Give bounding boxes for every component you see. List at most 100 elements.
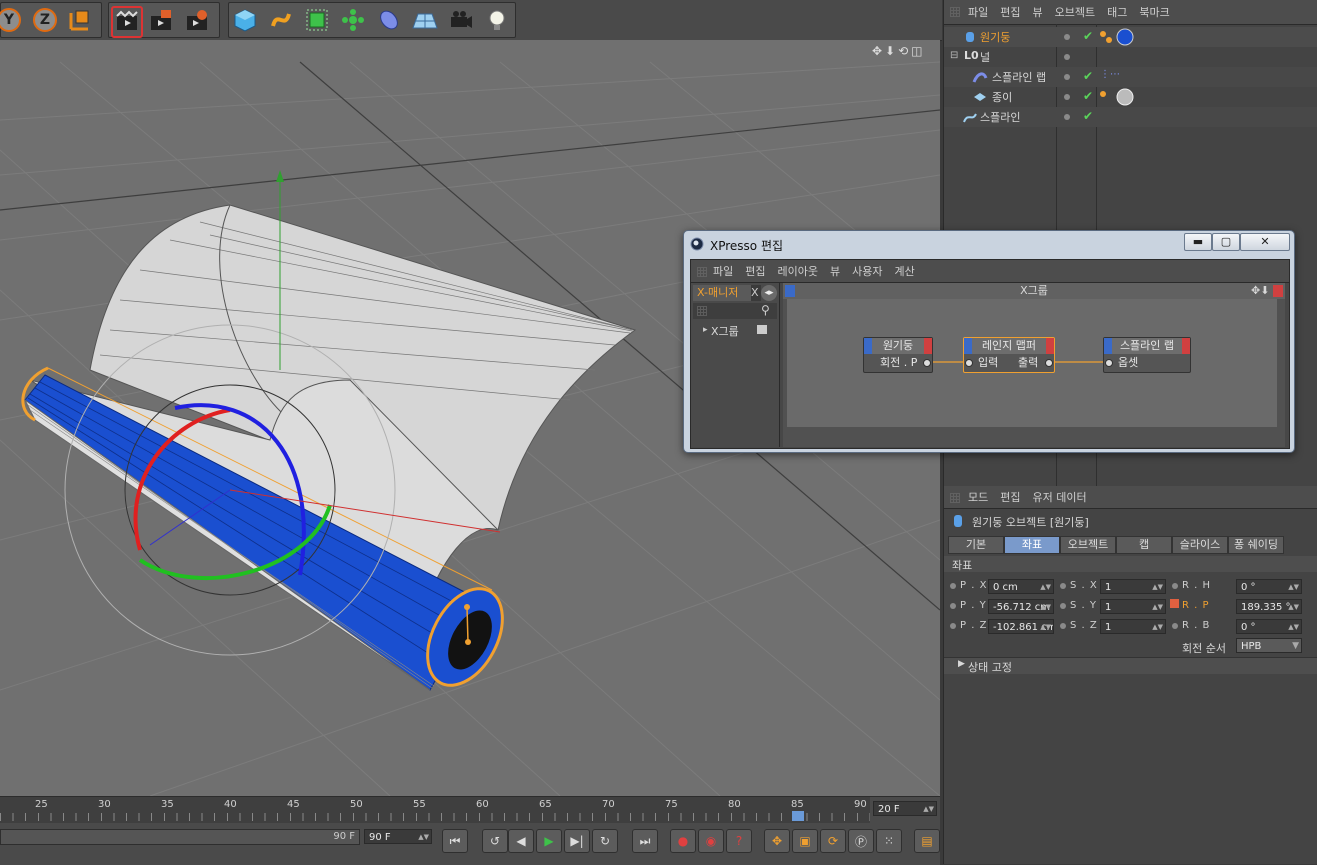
position-y-input[interactable]: -56.712 cm ▲▼	[988, 599, 1054, 614]
scale-x-input[interactable]: 1 ▲▼	[1100, 579, 1166, 594]
loop-forward-button[interactable]: ↻	[592, 829, 618, 853]
keyframe-dot[interactable]	[950, 583, 956, 589]
tab-phong[interactable]: 퐁 쉐이딩	[1228, 536, 1284, 554]
enabled-check-icon[interactable]: ✔	[1083, 89, 1093, 103]
key-point-level-icon[interactable]: ⁙	[876, 829, 902, 853]
visibility-dot[interactable]	[1064, 74, 1070, 80]
render-settings-icon[interactable]	[183, 6, 211, 34]
coordinate-system-icon[interactable]	[65, 6, 93, 34]
rotation-order-select[interactable]: HPB ▼	[1236, 638, 1302, 653]
output-port[interactable]	[923, 359, 931, 367]
node-cylinder[interactable]: 원기둥 회전 . P	[863, 337, 933, 373]
material-tag-icon[interactable]	[1116, 28, 1134, 46]
enabled-check-icon[interactable]: ✔	[1083, 29, 1093, 43]
render-view-icon[interactable]	[111, 6, 143, 38]
node-canvas[interactable]: 원기둥 회전 . P 레인지 맵퍼 입력 출력 스플라인 랩 옵셋	[787, 299, 1277, 427]
spline-pen-icon[interactable]	[267, 6, 295, 34]
go-to-start-button[interactable]: ⏮	[442, 829, 468, 853]
node-range-mapper[interactable]: 레인지 맵퍼 입력 출력	[963, 337, 1055, 373]
menu-tags[interactable]: 태그	[1107, 4, 1127, 20]
stepper-icon[interactable]: ▲▼	[1040, 620, 1051, 633]
search-icon[interactable]: ⚲	[761, 303, 770, 317]
maximize-button[interactable]: ▢	[1212, 233, 1240, 251]
stepper-icon[interactable]: ▲▼	[1152, 600, 1163, 613]
end-frame-field[interactable]: 90 F ▲▼	[364, 829, 432, 844]
menu-layout[interactable]: 레이아웃	[778, 263, 818, 279]
tab-coordinates[interactable]: 좌표	[1004, 536, 1060, 554]
step-back-button[interactable]: ◀	[508, 829, 534, 853]
playhead-marker[interactable]	[792, 811, 804, 821]
menu-edit[interactable]: 편집	[745, 263, 765, 279]
object-row-paper[interactable]: 종이 ✔	[944, 87, 1317, 107]
frame-ruler[interactable]: 25 30 35 40 45 50 55 60 65 70 75 80 85 9…	[0, 797, 870, 823]
keyframe-dot[interactable]	[1172, 623, 1178, 629]
enabled-check-icon[interactable]: ✔	[1083, 109, 1093, 123]
position-x-input[interactable]: 0 cm ▲▼	[988, 579, 1054, 594]
stepper-icon[interactable]: ▲▼	[418, 830, 429, 843]
keyframe-dot[interactable]	[1060, 623, 1066, 629]
close-button[interactable]: ✕	[1240, 233, 1290, 251]
node-spline-wrap[interactable]: 스플라인 랩 옵셋	[1103, 337, 1191, 373]
object-row-null[interactable]: ⊟ L0 널	[944, 47, 1317, 67]
scale-z-input[interactable]: 1 ▲▼	[1100, 619, 1166, 634]
step-forward-button[interactable]: ▶|	[564, 829, 590, 853]
timeline-scheme-icon[interactable]: ▤	[914, 829, 940, 853]
enabled-check-icon[interactable]: ✔	[1083, 69, 1093, 83]
xpresso-tag-icon[interactable]	[1100, 91, 1106, 97]
menu-file[interactable]: 파일	[713, 263, 733, 279]
menu-user[interactable]: 사용자	[852, 263, 882, 279]
key-rotation-icon[interactable]: ⟳	[820, 829, 846, 853]
menu-mode[interactable]: 모드	[968, 489, 988, 505]
menu-view[interactable]: 뷰	[1033, 4, 1043, 20]
tab-object[interactable]: 오브젝트	[1060, 536, 1116, 554]
stepper-icon[interactable]: ▲▼	[1288, 580, 1299, 593]
loop-back-button[interactable]: ↺	[482, 829, 508, 853]
tab-x-manager[interactable]: X-매니저	[693, 285, 751, 301]
keyframe-dot[interactable]	[1060, 583, 1066, 589]
y-axis-lock-button[interactable]: Y	[0, 6, 23, 34]
stepper-icon[interactable]: ▲▼	[1288, 600, 1299, 613]
menu-calculate[interactable]: 계산	[894, 263, 914, 279]
tab-x-pool[interactable]: X	[751, 285, 761, 301]
rotation-b-input[interactable]: 0 ° ▲▼	[1236, 619, 1302, 634]
menu-edit[interactable]: 편집	[1000, 489, 1020, 505]
key-position-icon[interactable]: ✥	[764, 829, 790, 853]
play-button[interactable]: ▶	[536, 829, 562, 853]
xpresso-title-bar[interactable]: XPresso 편집 ▬ ▢ ✕	[684, 231, 1294, 255]
nurbs-icon[interactable]	[303, 6, 331, 34]
menu-view[interactable]: 뷰	[830, 263, 840, 279]
render-picture-icon[interactable]	[147, 6, 175, 34]
stepper-icon[interactable]: ▲▼	[923, 802, 934, 815]
tree-item-xgroup[interactable]: X그룹	[711, 323, 739, 339]
menu-file[interactable]: 파일	[968, 4, 988, 20]
tab-basic[interactable]: 기본	[948, 536, 1004, 554]
current-frame-field[interactable]: 20 F ▲▼	[873, 801, 937, 816]
record-keyframe-icon[interactable]: ●	[670, 829, 696, 853]
key-parameter-icon[interactable]: Ⓟ	[848, 829, 874, 853]
group-nav-icons[interactable]: ✥⬇	[1251, 283, 1269, 299]
material-tag-icon[interactable]	[1116, 88, 1134, 106]
menu-edit[interactable]: 편집	[1000, 4, 1020, 20]
scale-y-input[interactable]: 1 ▲▼	[1100, 599, 1166, 614]
light-icon[interactable]	[483, 6, 511, 34]
keyframe-dot[interactable]	[950, 623, 956, 629]
menu-bookmarks[interactable]: 북마크	[1139, 4, 1169, 20]
stepper-icon[interactable]: ▲▼	[1288, 620, 1299, 633]
swap-pane-icon[interactable]: ◂▸	[761, 285, 777, 301]
camera-icon[interactable]	[447, 6, 475, 34]
autokey-icon[interactable]: ◉	[698, 829, 724, 853]
rotation-h-input[interactable]: 0 ° ▲▼	[1236, 579, 1302, 594]
go-to-end-button[interactable]: ⏭	[632, 829, 658, 853]
z-axis-lock-button[interactable]: Z	[31, 6, 59, 34]
keyframe-selection-icon[interactable]: ?	[726, 829, 752, 853]
visibility-dot[interactable]	[1064, 54, 1070, 60]
object-row-spline-wrap[interactable]: 스플라인 랩 ✔ ⋮⋯	[944, 67, 1317, 87]
object-row-spline[interactable]: 스플라인 ✔	[944, 107, 1317, 127]
freeze-section-header[interactable]: ▶ 상태 고정	[944, 657, 1317, 674]
viewport-nav-icons[interactable]: ✥⬇⟲◫	[872, 44, 926, 58]
xpresso-driven-marker-icon[interactable]	[1170, 599, 1179, 608]
deformer-icon[interactable]	[375, 6, 403, 34]
position-z-input[interactable]: -102.861 cm ▲▼	[988, 619, 1054, 634]
node-graph-pane[interactable]: X그룹 ✥⬇ 원기둥 회전 . P 레인지 맵퍼 입력 출력 스플라인 랩 옵셋	[783, 283, 1285, 447]
minimize-button[interactable]: ▬	[1184, 233, 1212, 251]
